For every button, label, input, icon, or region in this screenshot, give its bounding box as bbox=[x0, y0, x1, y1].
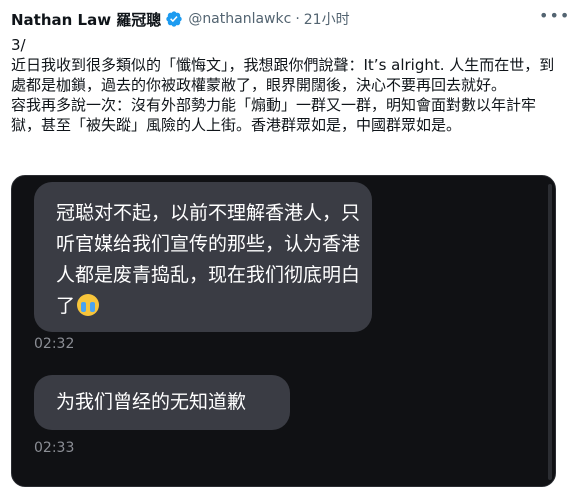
chat-message-bubble: 为我们曾经的无知道歉 bbox=[34, 375, 290, 430]
author-handle[interactable]: @nathanlawkc bbox=[188, 11, 291, 27]
separator-dot: · bbox=[295, 11, 300, 27]
tweet-timestamp[interactable]: 21小时 bbox=[304, 9, 350, 29]
chat-message-bubble: 冠聪对不起，以前不理解香港人，只听官媒给我们宣传的那些，认为香港人都是废青捣乱，… bbox=[34, 182, 372, 332]
thread-index: 3/ bbox=[11, 36, 26, 54]
verified-badge-icon bbox=[166, 11, 182, 27]
tweet-paragraph-2: 容我再多說一次：沒有外部勢力能「煽動」一群又一群，明知會面對數以年計牢獄，甚至「… bbox=[11, 96, 537, 134]
chat-message-text: 为我们曾经的无知道歉 bbox=[56, 391, 247, 413]
chat-message-time: 02:33 bbox=[34, 440, 75, 456]
tweet-text: 3/ 近日我收到很多類似的「懺悔文」，我想跟你們說聲：It’s alright.… bbox=[11, 35, 559, 135]
tweet-paragraph-1: 近日我收到很多類似的「懺悔文」，我想跟你們說聲：It’s alright. 人生… bbox=[11, 56, 555, 94]
tweet-media-chat-screenshot[interactable]: 冠聪对不起，以前不理解香港人，只听官媒给我们宣传的那些，认为香港人都是废青捣乱，… bbox=[11, 175, 556, 487]
chat-message-text: 冠聪对不起，以前不理解香港人，只听官媒给我们宣传的那些，认为香港人都是废青捣乱，… bbox=[56, 202, 361, 317]
chat-message-time: 02:32 bbox=[34, 336, 75, 352]
author-display-name[interactable]: Nathan Law 羅冠聰 bbox=[11, 9, 161, 30]
loudly-crying-face-icon bbox=[77, 294, 100, 316]
more-options-icon[interactable]: ••• bbox=[539, 8, 569, 29]
tweet-header: Nathan Law 羅冠聰 @nathanlawkc · 21小时 ••• bbox=[11, 8, 569, 30]
chat-scrollbar[interactable] bbox=[548, 184, 552, 480]
